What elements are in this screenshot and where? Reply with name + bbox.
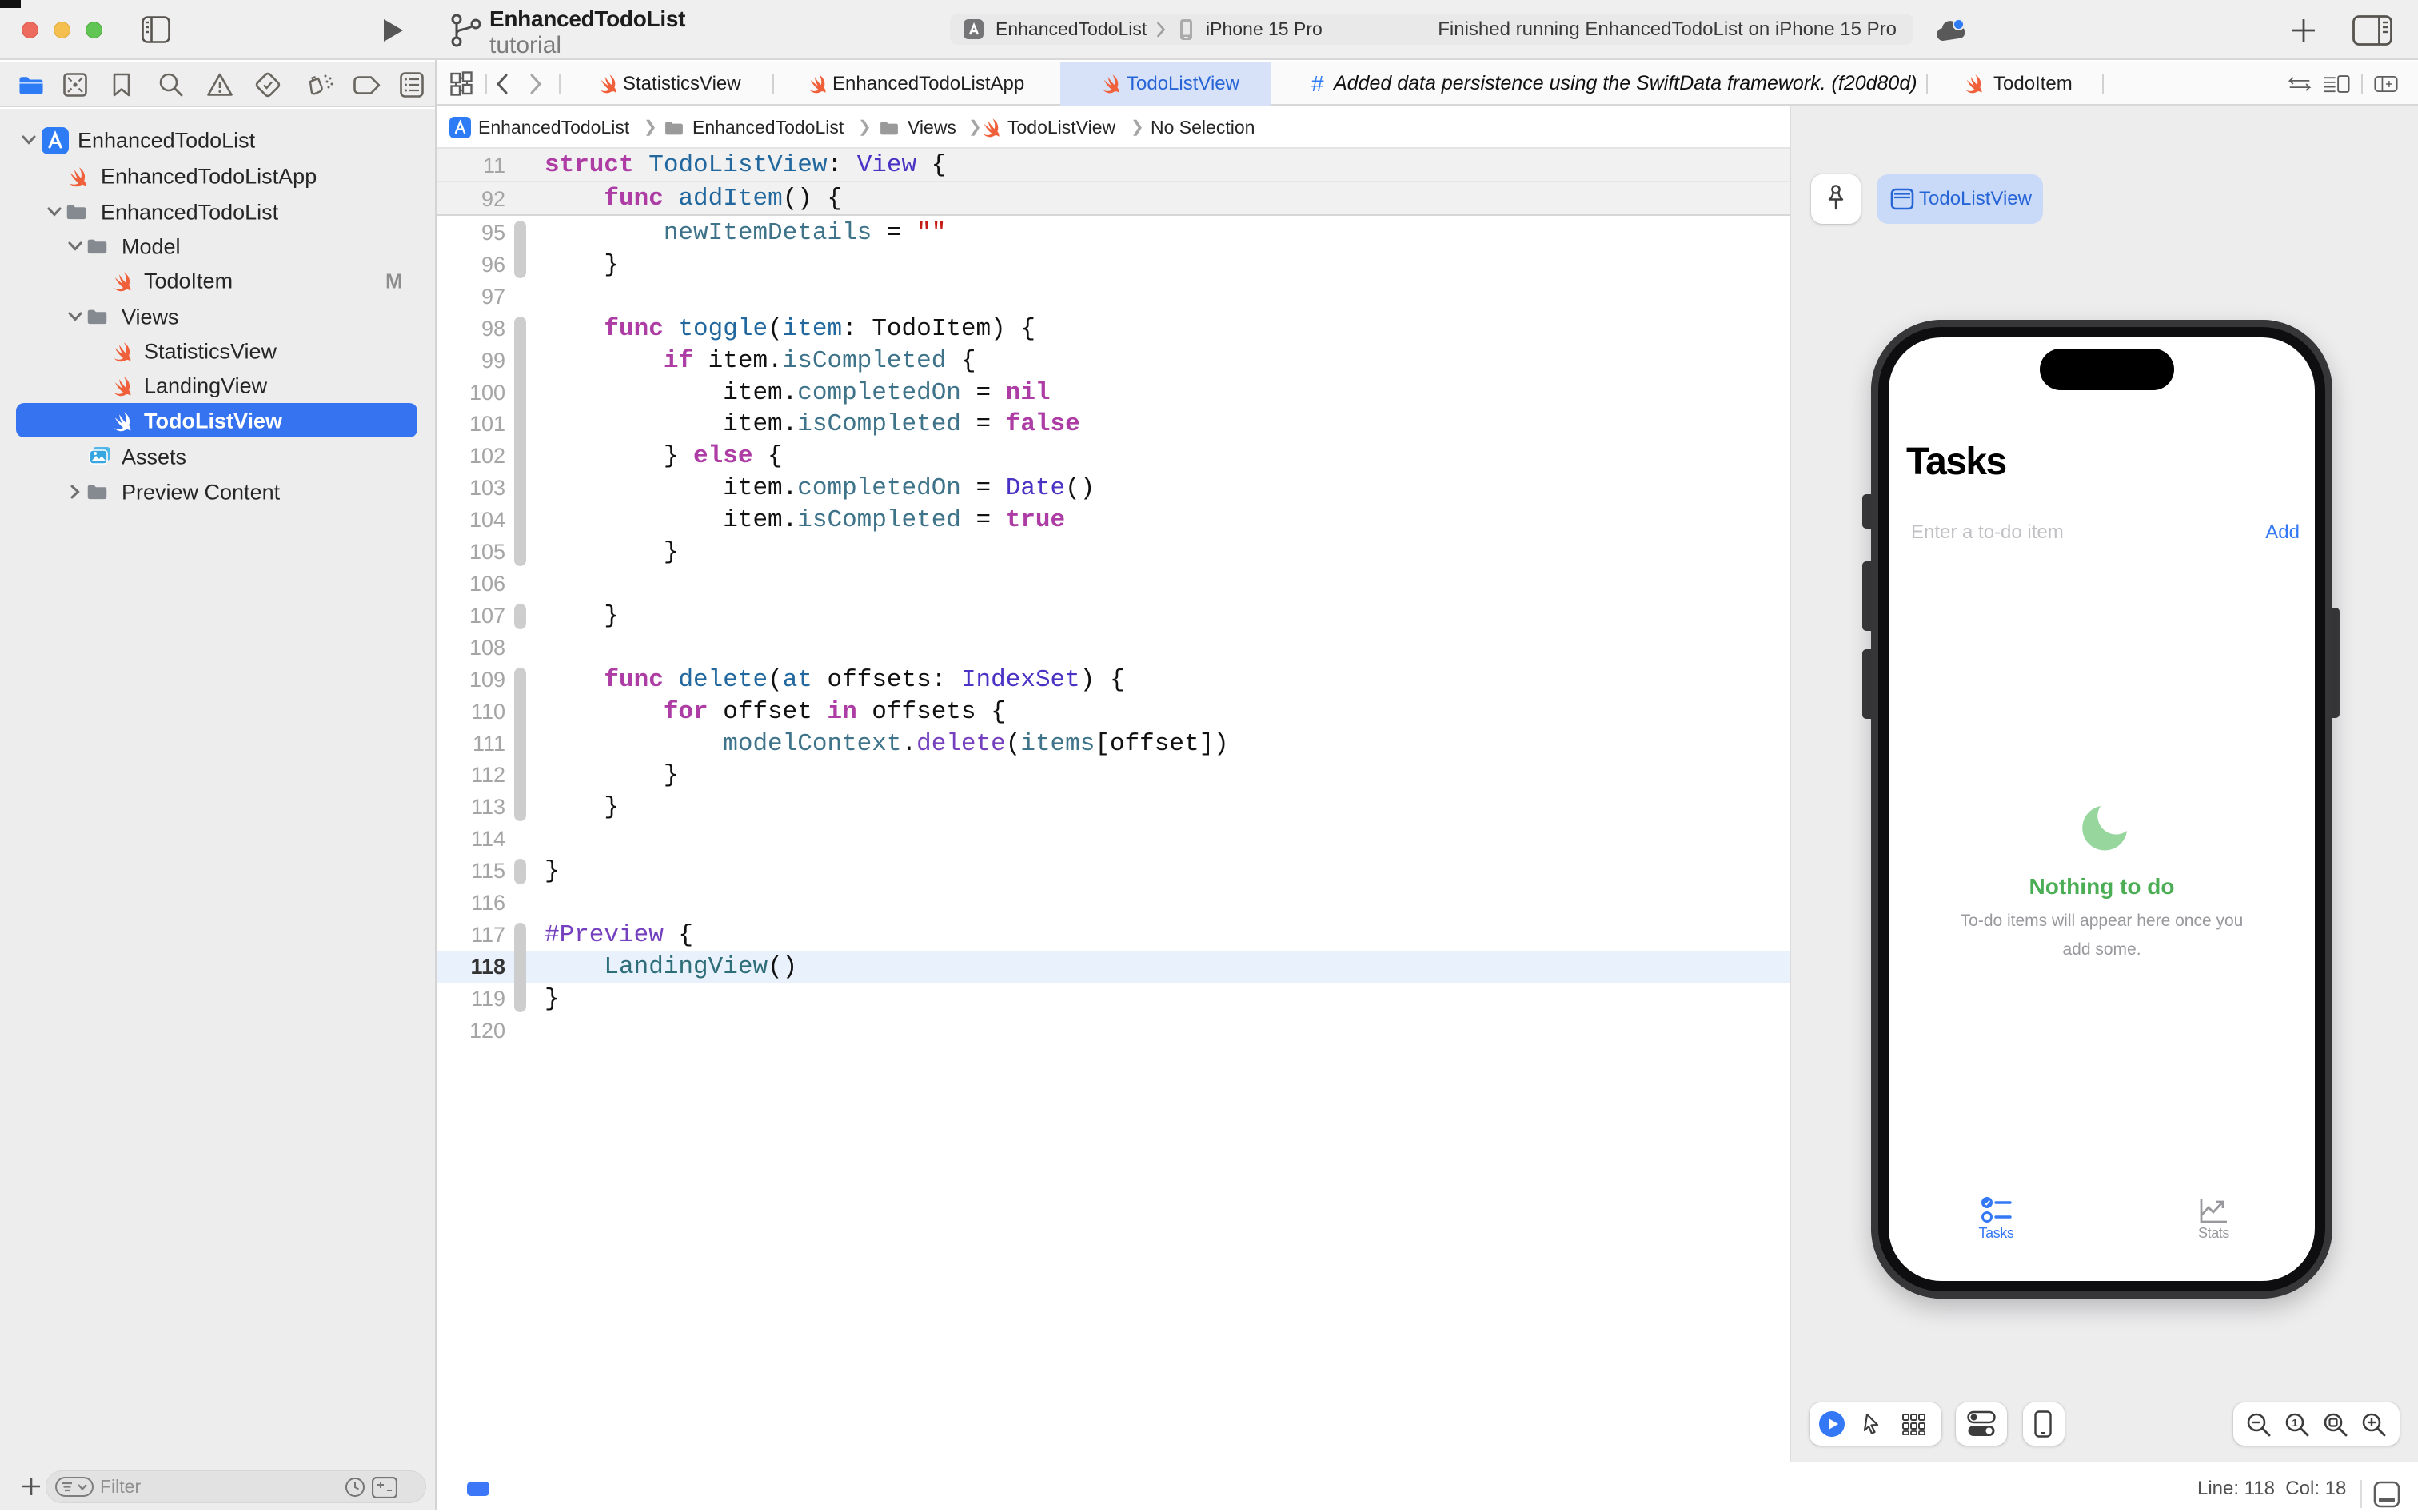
svg-text:1: 1 — [2292, 1417, 2297, 1429]
